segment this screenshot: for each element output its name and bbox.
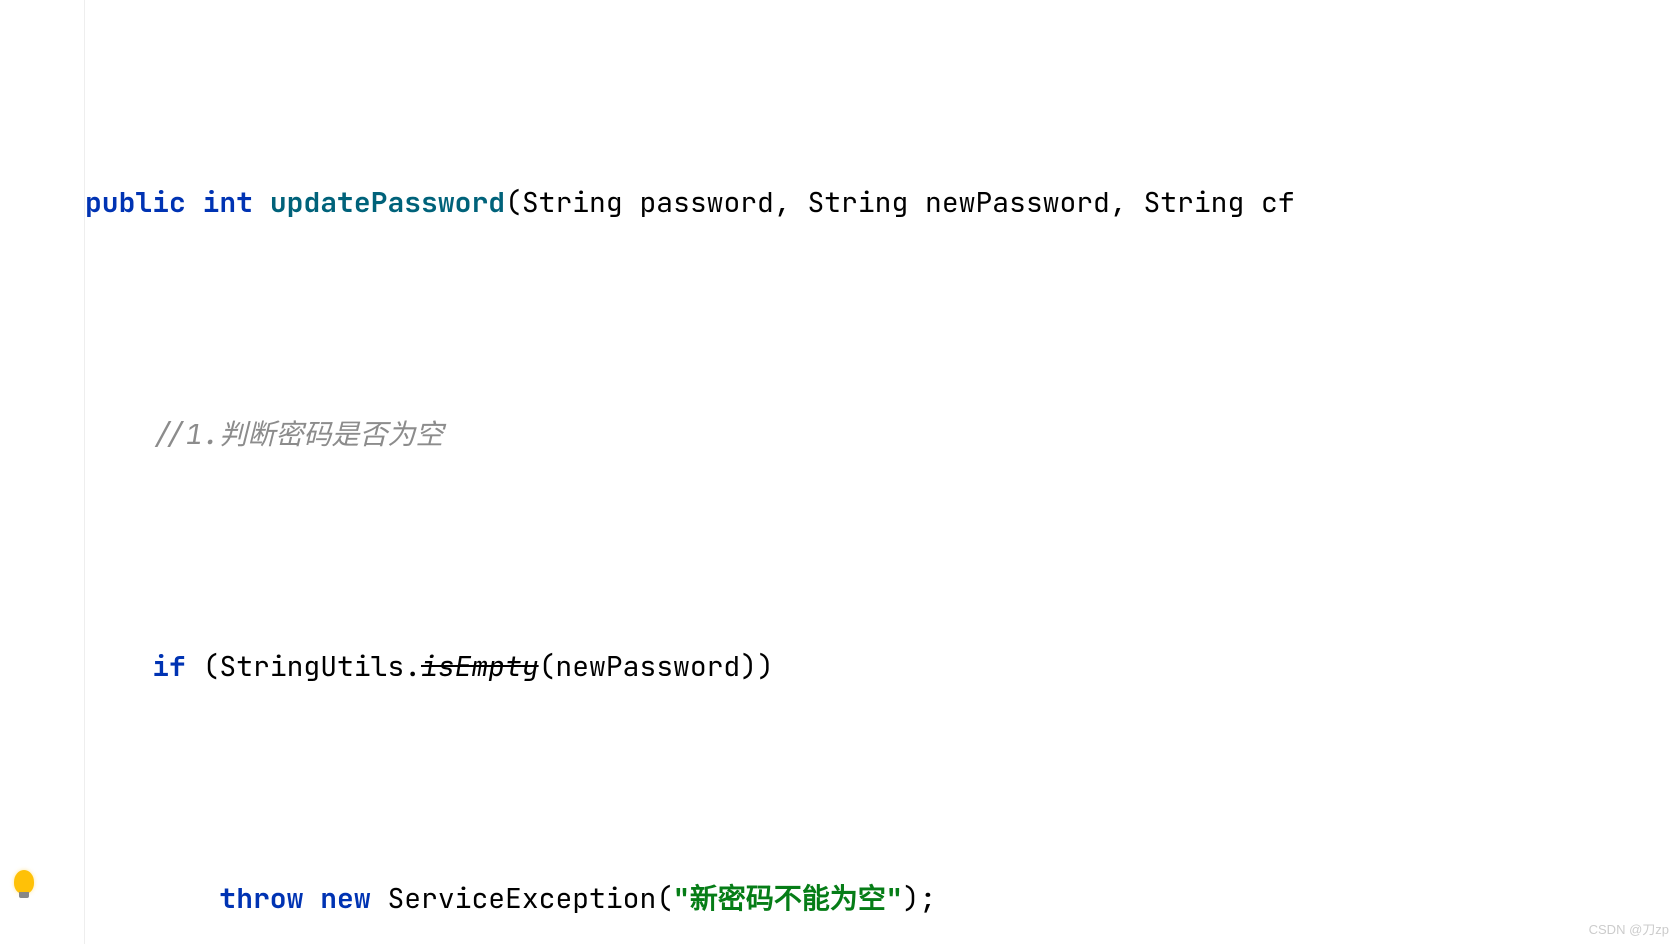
code-line[interactable]: //1.判断密码是否为空: [85, 406, 1679, 464]
code-line[interactable]: if (StringUtils.isEmpty(newPassword)): [85, 638, 1679, 696]
keyword: new: [320, 870, 370, 928]
watermark: CSDN @刀zp: [1589, 919, 1669, 938]
deprecated-method: isEmpty: [421, 638, 539, 696]
keyword: if: [152, 638, 186, 696]
lightbulb-icon[interactable]: [14, 870, 34, 894]
string-literal: "新密码不能为空": [673, 870, 903, 928]
comment: //1.判断密码是否为空: [152, 406, 443, 464]
parameters: (String password, String newPassword, St…: [505, 174, 1295, 232]
keyword: throw: [219, 870, 303, 928]
code-editor-area[interactable]: public int updatePassword(String passwor…: [85, 0, 1679, 944]
gutter: [0, 0, 85, 944]
keyword: public: [85, 174, 186, 232]
code-line[interactable]: public int updatePassword(String passwor…: [85, 174, 1679, 232]
code-line[interactable]: throw new ServiceException("新密码不能为空");: [85, 870, 1679, 928]
method-declaration: updatePassword: [270, 174, 505, 232]
keyword: int: [203, 174, 253, 232]
editor-container: public int updatePassword(String passwor…: [0, 0, 1679, 944]
